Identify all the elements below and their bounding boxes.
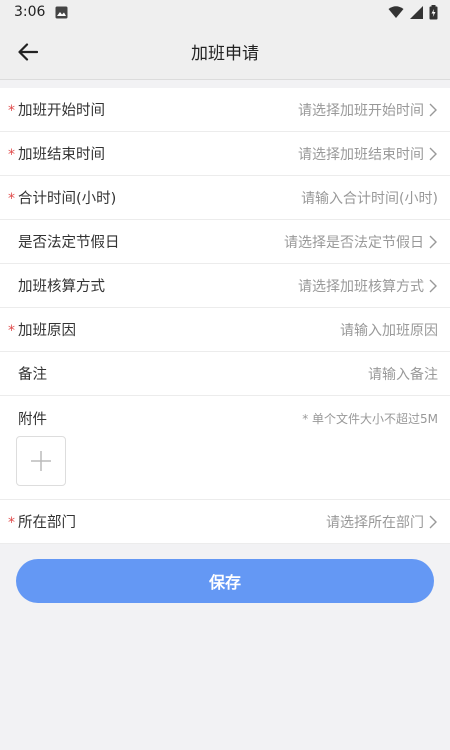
field-placeholder: 请选择是否法定节假日 (284, 234, 424, 251)
save-container: 保存 (0, 544, 450, 618)
required-marker-empty (8, 285, 18, 287)
save-button[interactable]: 保存 (16, 559, 434, 603)
overtime-form: * 加班开始时间 请选择加班开始时间 * 加班结束时间 请选择加班结束时间 * … (0, 88, 450, 544)
required-marker: * (8, 514, 15, 531)
field-label: 所在部门 (18, 515, 76, 531)
statutory-holiday-picker[interactable]: 请选择是否法定节假日 (284, 232, 438, 252)
attachment-section: 附件 * 单个文件大小不超过5M (0, 396, 450, 500)
battery-icon (429, 4, 438, 20)
field-remarks[interactable]: 备注 请输入备注 (0, 352, 450, 396)
chevron-right-icon (429, 103, 437, 116)
field-label: 是否法定节假日 (18, 235, 120, 251)
field-placeholder: 请选择加班核算方式 (298, 278, 424, 295)
field-start-time[interactable]: * 加班开始时间 请选择加班开始时间 (0, 88, 450, 132)
field-placeholder: 请选择加班开始时间 (298, 102, 424, 119)
field-reason[interactable]: * 加班原因 请输入加班原因 (0, 308, 450, 352)
attachment-size-hint: * 单个文件大小不超过5M (302, 411, 438, 426)
app-bar: 加班申请 (0, 24, 450, 80)
chevron-right-icon (429, 279, 437, 292)
accounting-method-picker[interactable]: 请选择加班核算方式 (298, 276, 438, 296)
field-total-hours[interactable]: * 合计时间(小时) 请输入合计时间(小时) (0, 176, 450, 220)
wifi-icon (388, 5, 404, 19)
arrow-left-icon (18, 43, 38, 61)
department-picker[interactable]: 请选择所在部门 (326, 512, 438, 532)
field-placeholder: 请输入加班原因 (340, 322, 438, 339)
back-button[interactable] (14, 38, 42, 66)
required-marker: * (8, 102, 15, 119)
total-hours-input[interactable]: 请输入合计时间(小时) (301, 188, 438, 208)
required-marker-empty (8, 241, 18, 243)
start-time-picker[interactable]: 请选择加班开始时间 (298, 100, 438, 120)
field-end-time[interactable]: * 加班结束时间 请选择加班结束时间 (0, 132, 450, 176)
field-accounting-method[interactable]: 加班核算方式 请选择加班核算方式 (0, 264, 450, 308)
status-time: 3:06 (14, 4, 46, 20)
status-bar: 3:06 (0, 0, 450, 24)
image-notification-icon (55, 6, 68, 19)
field-label: 加班结束时间 (18, 147, 105, 163)
attachment-label: 附件 (18, 411, 47, 428)
add-attachment-button[interactable] (16, 436, 66, 486)
page-title: 加班申请 (191, 44, 259, 64)
field-label: 加班核算方式 (18, 279, 105, 295)
field-placeholder: 请输入备注 (368, 366, 438, 383)
field-placeholder: 请选择所在部门 (326, 514, 424, 531)
field-placeholder: 请输入合计时间(小时) (301, 190, 438, 207)
field-label: 备注 (18, 367, 47, 383)
plus-icon (31, 451, 51, 471)
field-label: 合计时间(小时) (18, 191, 117, 207)
cell-signal-icon (410, 5, 423, 19)
field-placeholder: 请选择加班结束时间 (298, 146, 424, 163)
field-label: 加班原因 (18, 323, 76, 339)
reason-input[interactable]: 请输入加班原因 (340, 320, 438, 340)
required-marker: * (8, 322, 15, 339)
required-marker-empty (8, 373, 18, 375)
required-marker: * (8, 146, 15, 163)
chevron-right-icon (429, 515, 437, 528)
required-marker: * (8, 190, 15, 207)
end-time-picker[interactable]: 请选择加班结束时间 (298, 144, 438, 164)
chevron-right-icon (429, 235, 437, 248)
chevron-right-icon (429, 147, 437, 160)
remarks-input[interactable]: 请输入备注 (368, 364, 438, 384)
field-statutory-holiday[interactable]: 是否法定节假日 请选择是否法定节假日 (0, 220, 450, 264)
field-department[interactable]: * 所在部门 请选择所在部门 (0, 500, 450, 544)
field-label: 加班开始时间 (18, 103, 105, 119)
